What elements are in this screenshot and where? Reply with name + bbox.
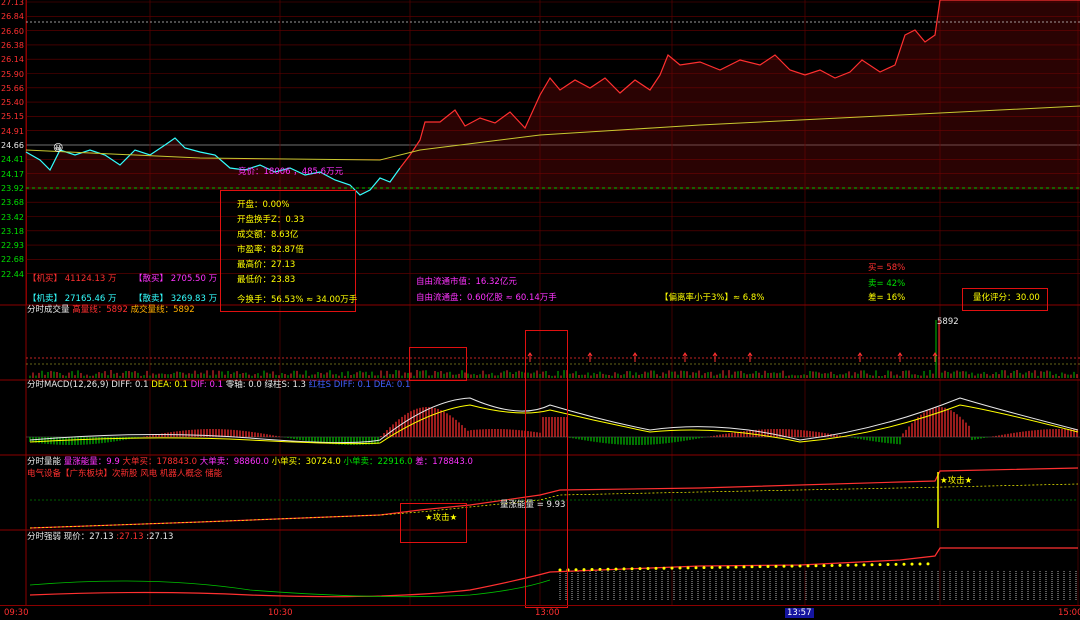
inst-buy-label: 【机买】 41124.13 万 xyxy=(28,274,116,285)
open-turnover: 开盘换手Z：0.33 xyxy=(237,213,304,225)
strength-dot xyxy=(775,565,778,568)
open-pct: 开盘：0.00% xyxy=(237,198,290,210)
retail-buy-label: 【散买】 2705.50 万 xyxy=(134,274,217,285)
strength-dot xyxy=(631,567,634,570)
strength-dot xyxy=(615,568,618,571)
inst-sell-label: 【机卖】 27165.46 万 xyxy=(28,294,116,305)
strength-dot xyxy=(591,568,594,571)
strength-dot xyxy=(847,564,850,567)
strength-dot xyxy=(655,567,658,570)
today-turnover: 今换手：56.53% ≈ 34.00万手 xyxy=(237,293,357,305)
time-axis: 09:30 10:30 13:00 13:57 15:00 xyxy=(0,605,1080,620)
strength-dot xyxy=(767,565,770,568)
volume-arrow xyxy=(683,353,687,362)
strength-dot xyxy=(607,568,610,571)
quant-score-box: 量化评分：30.00 xyxy=(962,288,1048,311)
strength-dot xyxy=(703,566,706,569)
strength-dot xyxy=(583,568,586,571)
strength-dot xyxy=(895,563,898,566)
macd-panel-title: 分时MACD(12,26,9) DIFF: 0.1 DEA: 0.1 DIF: … xyxy=(27,380,410,391)
strength-panel-title: 分时强弱 现价：27.13 :27.13 :27.13 xyxy=(27,532,173,543)
time-label: 13:00 xyxy=(535,608,560,618)
strength-dot xyxy=(719,566,722,569)
buy-pct: 买= 58% xyxy=(868,263,905,274)
strength-dot xyxy=(815,564,818,567)
volume-arrow xyxy=(713,353,717,362)
free-float-shares: 自由流通盘：0.60亿股 ≈ 60.14万手 xyxy=(416,293,557,304)
free-float-value: 自由流通市值：16.32亿元 xyxy=(416,277,517,288)
volume-arrow xyxy=(633,353,637,362)
sell-pct: 卖= 42% xyxy=(868,279,905,290)
strength-dot xyxy=(687,566,690,569)
volume-arrow xyxy=(748,353,752,362)
strength-dot xyxy=(855,564,858,567)
bid-text: 竞价：18006 ，485.6万元 xyxy=(238,167,343,178)
volume-panel-title: 分时成交量 高量线：5892 成交量线：5892 xyxy=(27,305,195,316)
strength-dot xyxy=(807,564,810,567)
strength-dot xyxy=(919,563,922,566)
strength-dot xyxy=(823,564,826,567)
strength-dot xyxy=(639,567,642,570)
highlight-box-volume xyxy=(409,347,467,381)
strength-dot xyxy=(751,565,754,568)
strength-dot xyxy=(783,565,786,568)
diff-pct: 差= 16% xyxy=(868,293,905,304)
high-price: 最高价：27.13 xyxy=(237,258,295,270)
volume-arrow xyxy=(858,353,862,362)
pe-ratio: 市盈率：82.87倍 xyxy=(237,243,304,255)
price-area xyxy=(26,0,1080,195)
strength-dot xyxy=(903,563,906,566)
highlight-box-1300 xyxy=(525,330,568,608)
low-price: 最低价：23.83 xyxy=(237,273,295,285)
strength-dot xyxy=(759,565,762,568)
energy-panel-title: 分时量能 量涨能量：9.9 大单买：178843.0 大单卖：98860.0 小… xyxy=(27,457,473,468)
strength-dot xyxy=(671,567,674,570)
strength-dot xyxy=(727,566,730,569)
turnover-amount: 成交额：8.63亿 xyxy=(237,228,298,240)
strength-dot xyxy=(911,563,914,566)
strength-dot xyxy=(599,568,602,571)
strength-dot xyxy=(623,567,626,570)
strength-dot xyxy=(839,564,842,567)
strength-dot xyxy=(711,566,714,569)
smile-icon: 😀 xyxy=(53,143,63,154)
attack-label-2: ★攻击★ xyxy=(940,476,972,487)
strength-dot xyxy=(799,565,802,568)
info-box: 开盘：0.00% 开盘换手Z：0.33 成交额：8.63亿 市盈率：82.87倍… xyxy=(220,190,356,312)
strength-dot xyxy=(679,567,682,570)
strength-dot xyxy=(735,566,738,569)
quant-score: 量化评分：30.00 xyxy=(973,293,1040,304)
volume-arrow xyxy=(588,353,592,362)
cursor-time-label: 13:57 xyxy=(785,608,814,618)
volume-arrow xyxy=(898,353,902,362)
retail-sell-label: 【散卖】 3269.83 万 xyxy=(134,294,217,305)
strength-dot xyxy=(887,563,890,566)
strength-dot xyxy=(791,565,794,568)
time-label: 09:30 xyxy=(4,608,29,618)
strength-dot xyxy=(663,567,666,570)
strength-dot xyxy=(575,568,578,571)
highlight-box-attack xyxy=(400,503,467,543)
sector-tags: 电气设备【广东板块】次新股 风电 机器人概念 储能 xyxy=(27,469,222,480)
time-label: 10:30 xyxy=(268,608,293,618)
volume-peak-label: 5892 xyxy=(937,317,959,328)
strength-dot xyxy=(927,562,930,565)
deviation-rate: 【偏离率小于3%】≈ 6.8% xyxy=(660,293,764,304)
strength-dot xyxy=(743,565,746,568)
strength-dot xyxy=(863,563,866,566)
time-label: 15:00 xyxy=(1058,608,1080,618)
strength-dot xyxy=(695,566,698,569)
strength-dot xyxy=(647,567,650,570)
strength-dot xyxy=(871,563,874,566)
strength-dot xyxy=(879,563,882,566)
strength-dot xyxy=(831,564,834,567)
strength-line-green xyxy=(30,580,550,597)
